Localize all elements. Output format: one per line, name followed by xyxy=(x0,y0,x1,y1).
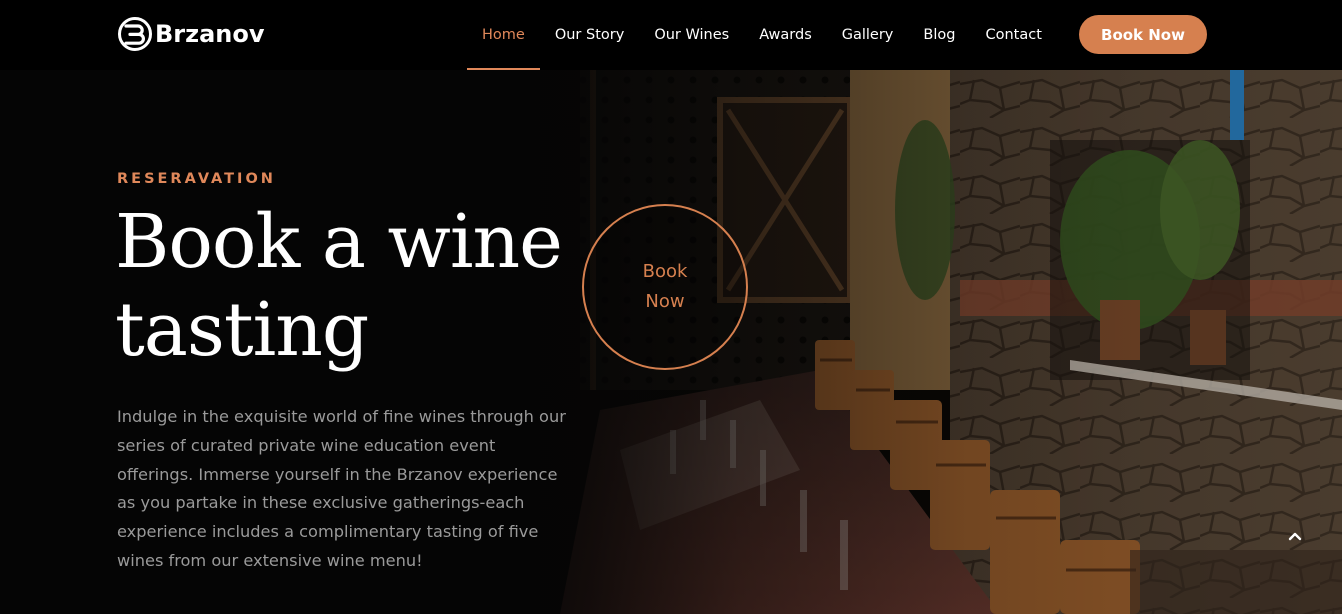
circle-book-now-label: Book Now xyxy=(642,261,688,312)
nav-item-our-story[interactable]: Our Story xyxy=(540,0,639,70)
hero-section: RESERAVATION Book a wine tasting Indulge… xyxy=(0,70,1342,614)
hero-description: Indulge in the exquisite world of fine w… xyxy=(117,407,566,570)
nav-item-contact[interactable]: Contact xyxy=(970,0,1056,70)
nav-item-home[interactable]: Home xyxy=(467,0,540,70)
brand-name: Brzanov xyxy=(155,20,265,48)
nav-item-our-wines[interactable]: Our Wines xyxy=(639,0,744,70)
section-eyebrow: RESERAVATION xyxy=(117,171,276,187)
b-circle-logo-icon xyxy=(118,17,152,51)
main-nav: Home Our Story Our Wines Awards Gallery … xyxy=(467,0,1057,70)
brand-logo[interactable]: Brzanov xyxy=(117,16,265,52)
hero-title: Book a wine tasting xyxy=(115,199,563,373)
nav-item-gallery[interactable]: Gallery xyxy=(827,0,909,70)
chevron-up-icon xyxy=(1288,532,1302,541)
book-now-button[interactable]: Book Now xyxy=(1079,15,1207,54)
nav-item-blog[interactable]: Blog xyxy=(908,0,970,70)
scroll-to-top-button[interactable] xyxy=(1281,522,1309,550)
nav-item-awards[interactable]: Awards xyxy=(744,0,827,70)
circle-book-now-button[interactable]: Book Now xyxy=(582,204,748,370)
site-header: Brzanov Home Our Story Our Wines Awards … xyxy=(0,0,1342,70)
